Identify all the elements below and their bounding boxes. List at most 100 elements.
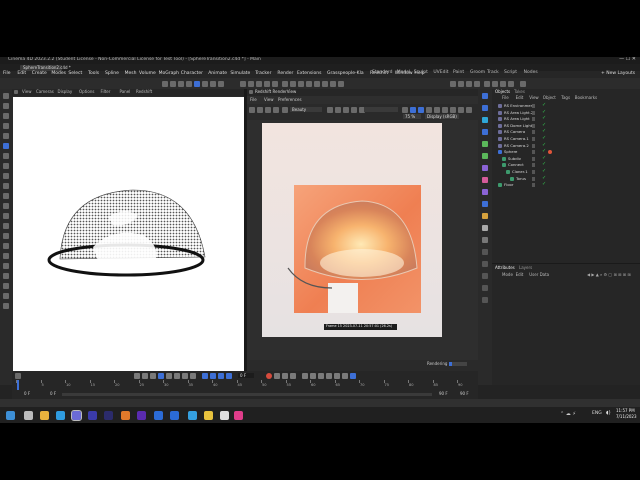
object-row[interactable]: Floor ✓ xyxy=(492,182,640,188)
current-frame-field[interactable]: 0 F xyxy=(238,373,254,378)
left-tool-icon-15[interactable] xyxy=(3,243,9,249)
viewport-menu-view[interactable]: View xyxy=(22,90,32,94)
object-row[interactable]: Connect ✓ xyxy=(492,162,640,168)
object-name[interactable]: RS Area Light xyxy=(504,117,530,121)
right-tool-icon-12[interactable] xyxy=(482,237,488,243)
layout-tab-paint[interactable]: Paint xyxy=(453,70,464,76)
toolbar-icon-16[interactable] xyxy=(306,81,312,87)
layout-tab-track[interactable]: Track xyxy=(487,70,499,76)
viewport-menu-options[interactable]: Options xyxy=(79,90,94,94)
visibility-dots[interactable] xyxy=(532,143,535,148)
transport-button-0[interactable] xyxy=(134,373,140,379)
object-name[interactable]: RS Camera xyxy=(504,130,525,134)
playhead[interactable] xyxy=(17,380,19,390)
taskbar-telegram-icon[interactable] xyxy=(188,411,197,420)
key-tool-4[interactable] xyxy=(266,373,272,379)
viewport-menu-panel[interactable]: Panel xyxy=(120,90,131,94)
left-tool-icon-0[interactable] xyxy=(3,93,9,99)
clock-time[interactable]: 11:57 PM xyxy=(616,409,635,413)
left-tool-icon-9[interactable] xyxy=(3,183,9,189)
objects-menu-bookmarks[interactable]: Bookmarks xyxy=(575,96,597,100)
viewport-menu-filter[interactable]: Filter xyxy=(101,90,111,94)
layout-tab-uvedit[interactable]: UVEdit xyxy=(433,70,448,76)
enabled-check[interactable]: ✓ xyxy=(542,136,546,141)
visibility-dots[interactable] xyxy=(532,163,535,168)
objects-menu-edit[interactable]: Edit xyxy=(516,96,524,100)
tab-attributes[interactable]: Attributes xyxy=(495,266,515,270)
toolbar-icon-3[interactable] xyxy=(186,81,192,87)
timeline-ruler[interactable]: 051015202530354045505560657075808590 xyxy=(16,380,476,390)
left-tool-icon-21[interactable] xyxy=(3,303,9,309)
right-tool-icon-14[interactable] xyxy=(482,261,488,267)
snapshot-dropdown[interactable] xyxy=(364,107,398,112)
taskbar-media-encoder-icon[interactable] xyxy=(104,411,113,420)
toolbar-icon-2[interactable] xyxy=(178,81,184,87)
rv-tool-icon-1[interactable] xyxy=(257,107,263,113)
taskbar-aftercodecs-icon[interactable] xyxy=(234,411,243,420)
left-tool-icon-1[interactable] xyxy=(3,103,9,109)
enabled-check[interactable]: ✓ xyxy=(542,162,546,167)
menu-character[interactable]: Character xyxy=(181,71,203,77)
object-name[interactable]: Floor xyxy=(504,183,513,187)
enabled-check[interactable]: ✓ xyxy=(542,175,546,181)
enabled-check[interactable]: ✓ xyxy=(542,142,546,148)
toolbar-icon-21[interactable] xyxy=(450,81,456,87)
enabled-check[interactable]: ✓ xyxy=(542,109,546,115)
volume-icon[interactable]: ◖) xyxy=(606,411,611,416)
transport-button-3[interactable] xyxy=(158,373,164,379)
left-tool-icon-14[interactable] xyxy=(3,233,9,239)
right-tool-icon-0[interactable] xyxy=(482,93,488,99)
toolbar-icon-28[interactable] xyxy=(508,81,514,87)
toolbar-icon-4[interactable] xyxy=(194,81,200,87)
language-indicator[interactable]: ENG xyxy=(592,411,602,417)
visibility-dots[interactable] xyxy=(532,117,535,122)
enabled-check[interactable]: ✓ xyxy=(542,129,546,134)
rv-tool-icon-11[interactable] xyxy=(410,107,416,113)
toolbar-icon-24[interactable] xyxy=(474,81,480,87)
visibility-dots[interactable] xyxy=(532,137,535,141)
objects-menu-view[interactable]: View xyxy=(529,96,539,100)
rv-tool-icon-12[interactable] xyxy=(418,107,424,113)
rv-tool-icon-7[interactable] xyxy=(343,107,349,113)
right-tool-icon-8[interactable] xyxy=(482,189,488,195)
layout-tab-nodes[interactable]: Nodes xyxy=(524,70,538,76)
toolbar-icon-23[interactable] xyxy=(466,81,472,87)
toolbar-icon-7[interactable] xyxy=(218,81,224,87)
toolbar-icon-11[interactable] xyxy=(264,81,270,87)
key-tool-5[interactable] xyxy=(274,373,280,379)
toolbar-icon-0[interactable] xyxy=(162,81,168,87)
toolbar-icon-9[interactable] xyxy=(248,81,254,87)
toolbar-icon-17[interactable] xyxy=(314,81,320,87)
object-row[interactable]: Cloner.1 ✓ xyxy=(492,169,640,175)
range-slider[interactable] xyxy=(62,393,432,396)
key-tool-2[interactable] xyxy=(218,373,224,379)
right-tool-icon-9[interactable] xyxy=(482,201,488,207)
enabled-check[interactable]: ✓ xyxy=(542,116,546,121)
right-tool-icon-1[interactable] xyxy=(482,105,488,111)
viewport-menu-redshift[interactable]: Redshift xyxy=(136,90,152,94)
left-tool-icon-18[interactable] xyxy=(3,273,9,279)
visibility-dots[interactable] xyxy=(532,156,535,161)
taskbar-premiere-icon[interactable] xyxy=(137,411,146,420)
transport-button-7[interactable] xyxy=(190,373,196,379)
taskbar-cinema4d-icon[interactable] xyxy=(71,410,82,421)
object-name[interactable]: Subdiv xyxy=(508,156,521,161)
left-tool-icon-2[interactable] xyxy=(3,113,9,119)
object-name[interactable]: Sphere xyxy=(504,150,517,154)
menu-spline[interactable]: Spline xyxy=(105,71,119,77)
right-tool-icon-5[interactable] xyxy=(482,153,488,159)
left-tool-icon-17[interactable] xyxy=(3,263,9,269)
attr-menu-user-data[interactable]: User Data xyxy=(529,272,549,277)
enabled-check[interactable]: ✓ xyxy=(542,155,546,161)
left-tool-icon-6[interactable] xyxy=(3,153,9,159)
key-tool-12[interactable] xyxy=(334,373,340,379)
visibility-dots[interactable] xyxy=(532,110,535,115)
window-controls[interactable]: — ☐ ✕ xyxy=(619,57,636,62)
left-tool-icon-4[interactable] xyxy=(3,133,9,139)
visibility-dots[interactable] xyxy=(532,170,535,174)
render-frame[interactable]: Frame 15 2023-07-11 20:57:01 (26.2s) xyxy=(262,123,442,337)
toolbar-icon-22[interactable] xyxy=(458,81,464,87)
enabled-check[interactable]: ✓ xyxy=(542,182,546,187)
object-row[interactable]: Torus ✓ xyxy=(492,175,640,182)
left-tool-icon-7[interactable] xyxy=(3,163,9,169)
